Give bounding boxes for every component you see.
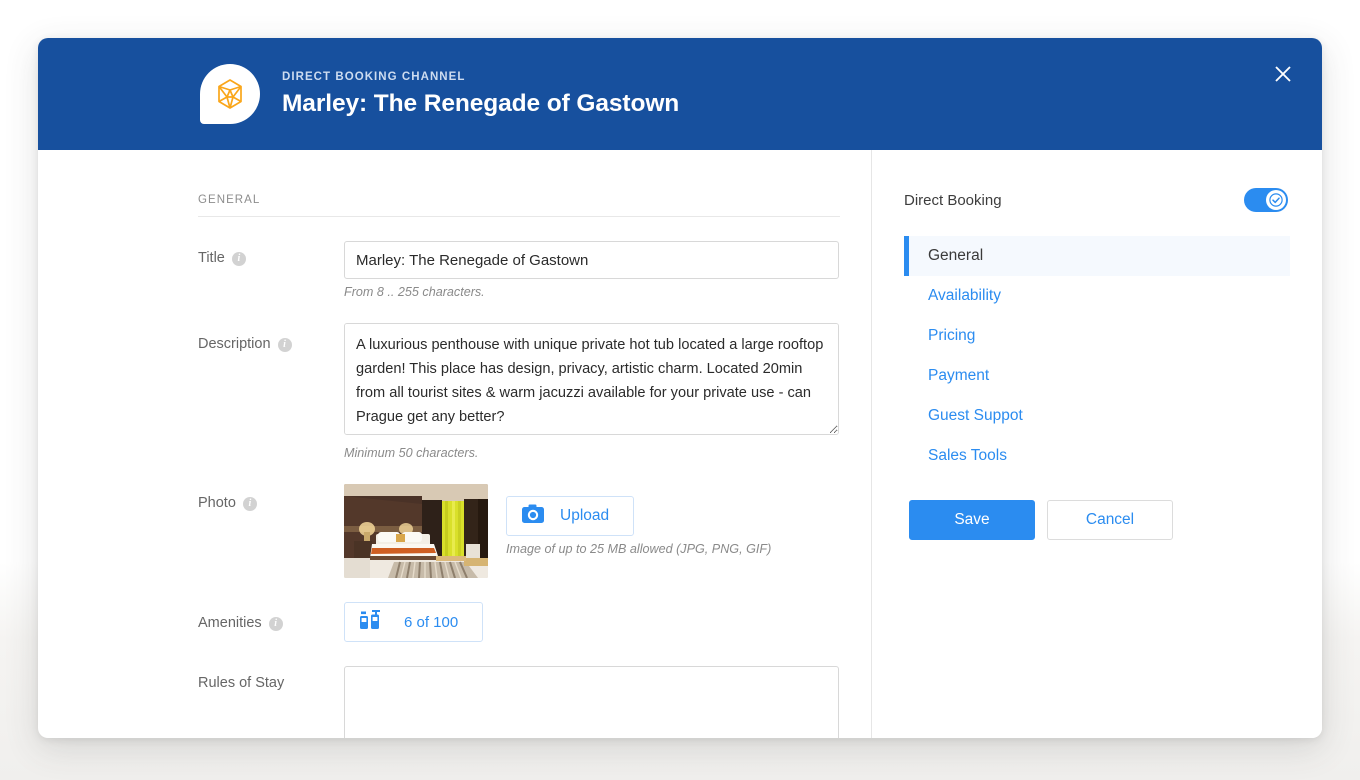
brand-logo: [200, 64, 260, 124]
title-input[interactable]: [344, 241, 839, 279]
amenities-button[interactable]: 6 of 100: [344, 602, 484, 642]
modal-body: GENERAL Title i From 8 .. 255 characters…: [38, 150, 1322, 738]
cancel-button[interactable]: Cancel: [1047, 500, 1173, 540]
info-icon[interactable]: i: [242, 497, 257, 511]
info-icon[interactable]: i: [268, 617, 283, 631]
upload-button[interactable]: Upload: [506, 496, 635, 536]
toiletries-bottles-icon: [360, 610, 382, 634]
rules-of-stay-textarea[interactable]: [344, 666, 839, 738]
info-icon[interactable]: i: [231, 252, 246, 266]
amenities-count-label: 6 of 100: [404, 613, 459, 631]
sidebar-item-guest-support[interactable]: Guest Suppot: [904, 396, 1290, 436]
sidebar-item-pricing[interactable]: Pricing: [904, 316, 1290, 356]
action-buttons: Save Cancel: [904, 500, 1290, 540]
header-eyebrow: DIRECT BOOKING CHANNEL: [282, 70, 466, 83]
settings-sidebar: Direct Booking General Availability Pric…: [872, 150, 1322, 738]
page-title: Marley: The Renegade of Gastown: [282, 90, 680, 117]
field-label-title: Title i: [198, 241, 344, 299]
sidebar-item-general[interactable]: General: [904, 236, 1290, 276]
camera-icon: [522, 504, 544, 528]
settings-nav: General Availability Pricing Payment Gue…: [904, 236, 1290, 476]
description-helper-text: Minimum 50 characters.: [344, 446, 479, 460]
photo-thumbnail[interactable]: [344, 484, 488, 578]
direct-booking-toggle[interactable]: [1244, 188, 1288, 212]
field-label-amenities: Amenities i: [198, 602, 344, 642]
direct-booking-modal: DIRECT BOOKING CHANNEL Marley: The Reneg…: [38, 38, 1322, 738]
field-title: Title i From 8 .. 255 characters.: [198, 241, 871, 299]
sidebar-item-sales-tools[interactable]: Sales Tools: [904, 436, 1290, 476]
info-icon[interactable]: i: [277, 338, 292, 352]
field-amenities: Amenities i 6 of 100: [198, 602, 871, 642]
hexagon-network-icon: [213, 77, 247, 111]
modal-header: DIRECT BOOKING CHANNEL Marley: The Reneg…: [38, 38, 1322, 150]
close-button[interactable]: [1266, 58, 1300, 92]
photo-helper-text: Image of up to 25 MB allowed (JPG, PNG, …: [506, 542, 772, 556]
field-photo: Photo i Upload Image of up to 25 MB allo…: [198, 484, 871, 578]
upload-button-label: Upload: [560, 507, 610, 524]
field-label-description: Description i: [198, 323, 344, 460]
check-icon: [1266, 190, 1286, 210]
sidebar-item-payment[interactable]: Payment: [904, 356, 1290, 396]
page-background: DIRECT BOOKING CHANNEL Marley: The Reneg…: [0, 0, 1360, 780]
field-label-rules-of-stay: Rules of Stay: [198, 675, 285, 691]
close-icon: [1273, 64, 1293, 87]
field-description: Description i Minimum 50 characters.: [198, 323, 871, 460]
field-rules-of-stay: Rules of Stay: [198, 666, 871, 738]
sidebar-item-availability[interactable]: Availability: [904, 276, 1290, 316]
general-form-pane: GENERAL Title i From 8 .. 255 characters…: [38, 150, 872, 738]
section-header-general: GENERAL: [198, 194, 840, 217]
save-button[interactable]: Save: [909, 500, 1035, 540]
field-label-photo: Photo i: [198, 484, 344, 578]
description-textarea[interactable]: [344, 323, 839, 435]
direct-booking-toggle-row: Direct Booking: [904, 188, 1290, 212]
title-helper-text: From 8 .. 255 characters.: [344, 285, 485, 299]
direct-booking-label: Direct Booking: [904, 191, 1002, 209]
